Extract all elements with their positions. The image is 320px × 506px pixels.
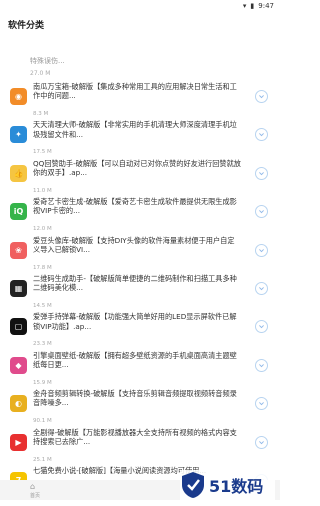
list-item[interactable]: ▦ 二维码生成助手-【破解版简单便捷的二维码制作和扫描工具多种二维码美化模... 1… bbox=[0, 274, 280, 314]
item-title: 金舟音频剪辑转换-破解版【支持音乐剪辑音频提取视频转音频录音降噪多... bbox=[33, 389, 237, 408]
list-item[interactable]: ✦ 天天清理大师-破解版【非常实用的手机清理大师深度清理手机垃圾残留文件和... 1… bbox=[0, 120, 280, 160]
app-icon: 👍 bbox=[10, 164, 27, 182]
app-icon: iQ bbox=[10, 203, 27, 221]
download-button[interactable] bbox=[255, 282, 268, 295]
status-icons: ▾ ▮ 9:47 bbox=[243, 2, 274, 10]
chevron-down-icon bbox=[259, 363, 264, 367]
item-title: 全剧得-破解版【万能影视播放器大全支持所有视频的格式内容支持搜索已去除广... bbox=[33, 427, 237, 446]
shield-icon bbox=[182, 472, 204, 498]
item-size: 17.5 M bbox=[33, 149, 52, 156]
item-title: 引擎桌面壁纸-破解版【拥有超多壁纸资源的手机桌面高清主题壁纸每日更... bbox=[33, 350, 237, 369]
chevron-down-icon bbox=[259, 133, 264, 137]
wifi-icon: ▾ bbox=[242, 2, 247, 10]
download-button[interactable] bbox=[255, 358, 268, 372]
list-item[interactable]: ▶ 全剧得-破解版【万能影视播放器大全支持所有视频的格式内容支持搜索已去除广...… bbox=[0, 428, 280, 468]
app-icon: ▦ bbox=[10, 280, 27, 297]
app-icon: ◉ bbox=[10, 88, 27, 105]
download-button[interactable] bbox=[255, 205, 268, 219]
download-button[interactable] bbox=[255, 128, 268, 142]
item-title: 爱弹手持弹幕-破解版【功能强大简单好用的LED显示屏软件已解锁VIP功能】.ap… bbox=[33, 312, 237, 331]
list-item[interactable]: iQ 爱奇艺卡密生成-破解版【爱奇艺卡密生成软件最提供无限生成影视VIP卡密的..… bbox=[0, 197, 280, 237]
home-label[interactable]: 首页 bbox=[30, 492, 40, 499]
download-button[interactable] bbox=[255, 90, 268, 103]
partial-item-size: 27.0 M bbox=[30, 70, 51, 77]
item-size: 90.1 M bbox=[33, 418, 52, 425]
chevron-down-icon bbox=[259, 95, 264, 99]
chevron-down-icon bbox=[259, 402, 264, 406]
list-item[interactable]: ◆ 引擎桌面壁纸-破解版【拥有超多壁纸资源的手机桌面高清主题壁纸每日更... 15.… bbox=[0, 351, 280, 391]
item-title: 二维码生成助手-【破解版简单便捷的二维码制作和扫描工具多种二维码美化模... bbox=[33, 274, 237, 293]
page-title: 软件分类 bbox=[8, 21, 45, 31]
item-size: 14.5 M bbox=[33, 303, 52, 309]
partial-item-title: 特殊误伤... bbox=[30, 57, 65, 65]
download-button[interactable] bbox=[255, 320, 268, 334]
status-bar: ▾ ▮ 9:47 bbox=[0, 0, 280, 14]
download-button[interactable] bbox=[255, 397, 268, 411]
item-size: 11.0 M bbox=[33, 187, 52, 194]
chevron-down-icon bbox=[259, 210, 264, 214]
item-size: 12.0 M bbox=[33, 226, 52, 233]
chevron-down-icon bbox=[259, 287, 264, 291]
list-item[interactable]: 👍 QQ回赞助手-破解版【可以自动对已对你点赞的好友进行回赞就放你的双手】.ap.… bbox=[0, 159, 280, 199]
item-size: 17.8 M bbox=[33, 264, 52, 271]
app-icon: ▶ bbox=[10, 433, 27, 451]
list-item[interactable]: ◐ 金舟音频剪辑转换-破解版【支持音乐剪辑音频提取视频转音频录音降噪多... 90.… bbox=[0, 389, 280, 429]
item-size: 8.3 M bbox=[33, 111, 49, 117]
item-title: 爱奇艺卡密生成-破解版【爱奇艺卡密生成软件最提供无限生成影视VIP卡密的... bbox=[33, 197, 237, 216]
watermark-logo: 51数码 bbox=[180, 470, 275, 500]
item-title: 天天清理大师-破解版【非常实用的手机清理大师深度清理手机垃圾残留文件和... bbox=[33, 120, 237, 139]
item-size: 25.1 M bbox=[33, 456, 52, 463]
app-icon: ▢ bbox=[10, 318, 27, 336]
app-icon: ◆ bbox=[10, 356, 27, 374]
app-icon: ◐ bbox=[10, 395, 27, 413]
app-bar: 软件分类 bbox=[0, 14, 280, 36]
list-item[interactable]: ▢ 爱弹手持弹幕-破解版【功能强大简单好用的LED显示屏软件已解锁VIP功能】.a… bbox=[0, 312, 280, 352]
app-icon: ❀ bbox=[10, 241, 27, 259]
item-title: 南瓜万宝箱-破解版【集成多种常用工具的应用解决日常生活和工作中的问题... bbox=[33, 82, 237, 101]
chevron-down-icon bbox=[259, 171, 264, 175]
download-button[interactable] bbox=[255, 243, 268, 257]
watermark-text: 51数码 bbox=[209, 477, 264, 496]
chevron-down-icon bbox=[259, 248, 264, 252]
chevron-down-icon bbox=[259, 325, 264, 329]
item-size: 15.9 M bbox=[33, 379, 52, 386]
download-button[interactable] bbox=[255, 435, 268, 449]
chevron-down-icon bbox=[259, 440, 264, 444]
item-title: 爱豆头像库-破解版【支持DIY头像的软件海量素材便于用户自定义导入已解锁VI..… bbox=[33, 235, 235, 254]
download-button[interactable] bbox=[255, 166, 268, 180]
home-icon[interactable]: ⌂ bbox=[30, 482, 35, 491]
list-item[interactable]: ◉ 南瓜万宝箱-破解版【集成多种常用工具的应用解决日常生活和工作中的问题... 8.… bbox=[0, 82, 280, 122]
item-title: QQ回赞助手-破解版【可以自动对已对你点赞的好友进行回赞就放你的双手】.ap..… bbox=[33, 158, 241, 177]
list-item[interactable]: ❀ 爱豆头像库-破解版【支持DIY头像的软件海量素材便于用户自定义导入已解锁VI.… bbox=[0, 236, 280, 276]
battery-icon: ▮ bbox=[250, 2, 255, 10]
status-time: 9:47 bbox=[258, 2, 274, 10]
app-icon: ✦ bbox=[10, 126, 27, 144]
item-size: 23.3 M bbox=[33, 341, 52, 348]
